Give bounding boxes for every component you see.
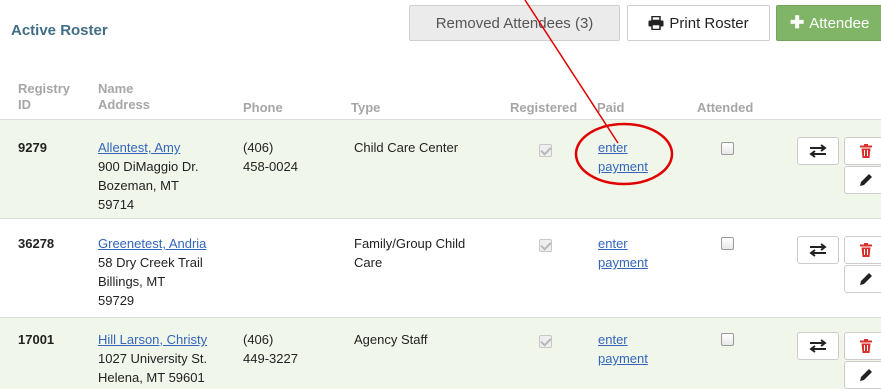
column-header-registry: Registry ID xyxy=(18,81,70,113)
column-header-type: Type xyxy=(351,100,381,115)
attendee-name-cell: Hill Larson, Christy 1027 University St.… xyxy=(98,330,207,387)
registered-checkbox[interactable] xyxy=(539,335,552,348)
phone-cell: (406) 458-0024 xyxy=(243,138,298,176)
enter-payment-link[interactable]: enter payment xyxy=(598,330,648,368)
column-header-name-line1: Name xyxy=(98,81,134,96)
pencil-icon xyxy=(860,273,872,285)
phone-line: (406) xyxy=(243,140,274,155)
address-line: Bozeman, MT xyxy=(98,178,179,193)
transfer-arrows-icon xyxy=(809,339,827,353)
address-line: 58 Dry Creek Trail xyxy=(98,255,203,270)
column-header-phone: Phone xyxy=(243,100,283,115)
trash-icon xyxy=(860,243,872,257)
attendee-name-link[interactable]: Allentest, Amy xyxy=(98,138,198,157)
attendee-name-link[interactable]: Hill Larson, Christy xyxy=(98,330,207,349)
address-line: 900 DiMaggio Dr. xyxy=(98,159,199,174)
type-line: Child Care Center xyxy=(354,140,459,155)
attended-checkbox[interactable] xyxy=(721,142,734,155)
address-line: 1027 University St. xyxy=(98,351,208,366)
address-line: 59729 xyxy=(98,293,135,308)
registered-checkbox[interactable] xyxy=(539,239,552,252)
transfer-button[interactable] xyxy=(797,137,839,165)
type-cell: Child Care Center xyxy=(354,138,458,157)
enter-payment-line2: payment xyxy=(598,351,648,366)
registered-checkbox[interactable] xyxy=(539,144,552,157)
removed-attendees-button[interactable]: Removed Attendees (3) xyxy=(409,5,620,41)
pencil-icon xyxy=(860,369,872,381)
transfer-arrows-icon xyxy=(809,243,827,257)
trash-icon xyxy=(860,144,872,158)
enter-payment-line1: enter xyxy=(598,332,628,347)
enter-payment-line2: payment xyxy=(598,159,648,174)
plus-icon: ✚ xyxy=(790,13,805,32)
printer-icon xyxy=(648,16,664,30)
add-attendee-button[interactable]: ✚ Attendee xyxy=(776,5,881,41)
column-header-registered: Registered xyxy=(510,100,578,115)
transfer-arrows-icon xyxy=(809,144,827,158)
enter-payment-line1: enter xyxy=(598,140,628,155)
phone-cell: (406) 449-3227 xyxy=(243,330,298,368)
enter-payment-link[interactable]: enter payment xyxy=(598,138,648,176)
type-line: Agency Staff xyxy=(354,332,428,347)
print-roster-button[interactable]: Print Roster xyxy=(627,5,770,41)
column-header-name: Name Address xyxy=(98,81,150,113)
table-row: 17001 Hill Larson, Christy 1027 Universi… xyxy=(0,318,881,389)
transfer-button[interactable] xyxy=(797,236,839,264)
table-row: 9279 Allentest, Amy 900 DiMaggio Dr. Boz… xyxy=(0,120,881,219)
attendee-name-link[interactable]: Greenetest, Andria xyxy=(98,234,206,253)
delete-button[interactable] xyxy=(844,236,881,264)
registry-id: 36278 xyxy=(18,236,55,251)
type-line: Care xyxy=(354,255,383,270)
transfer-button[interactable] xyxy=(797,332,839,360)
edit-button[interactable] xyxy=(844,361,881,389)
phone-line: (406) xyxy=(243,332,274,347)
enter-payment-link[interactable]: enter payment xyxy=(598,234,648,272)
address-line: Billings, MT xyxy=(98,274,166,289)
type-cell: Family/Group Child Care xyxy=(354,234,465,272)
registry-id: 17001 xyxy=(18,332,55,347)
delete-button[interactable] xyxy=(844,332,881,360)
pencil-icon xyxy=(860,174,872,186)
address-line: 59714 xyxy=(98,197,135,212)
table-row: 36278 Greenetest, Andria 58 Dry Creek Tr… xyxy=(0,219,881,318)
delete-button[interactable] xyxy=(844,137,881,165)
column-header-registry-line2: ID xyxy=(18,97,31,112)
column-header-paid: Paid xyxy=(597,100,625,115)
phone-line: 458-0024 xyxy=(243,159,298,174)
attended-checkbox[interactable] xyxy=(721,333,734,346)
phone-line: 449-3227 xyxy=(243,351,298,366)
attendee-name-cell: Greenetest, Andria 58 Dry Creek Trail Bi… xyxy=(98,234,206,310)
edit-button[interactable] xyxy=(844,265,881,293)
column-header-name-line2: Address xyxy=(98,97,151,112)
address-line: Helena, MT 59601 xyxy=(98,370,205,385)
column-header-attended: Attended xyxy=(697,100,754,115)
trash-icon xyxy=(860,339,872,353)
registry-id: 9279 xyxy=(18,140,47,155)
page-title: Active Roster xyxy=(11,22,108,39)
column-header-registry-line1: Registry xyxy=(18,81,71,96)
enter-payment-line2: payment xyxy=(598,255,648,270)
attended-checkbox[interactable] xyxy=(721,237,734,250)
type-cell: Agency Staff xyxy=(354,330,427,349)
enter-payment-line1: enter xyxy=(598,236,628,251)
edit-button[interactable] xyxy=(844,166,881,194)
print-roster-label: Print Roster xyxy=(669,14,749,32)
attendee-name-cell: Allentest, Amy 900 DiMaggio Dr. Bozeman,… xyxy=(98,138,198,214)
type-line: Family/Group Child xyxy=(354,236,466,251)
add-attendee-label: Attendee xyxy=(809,14,870,32)
